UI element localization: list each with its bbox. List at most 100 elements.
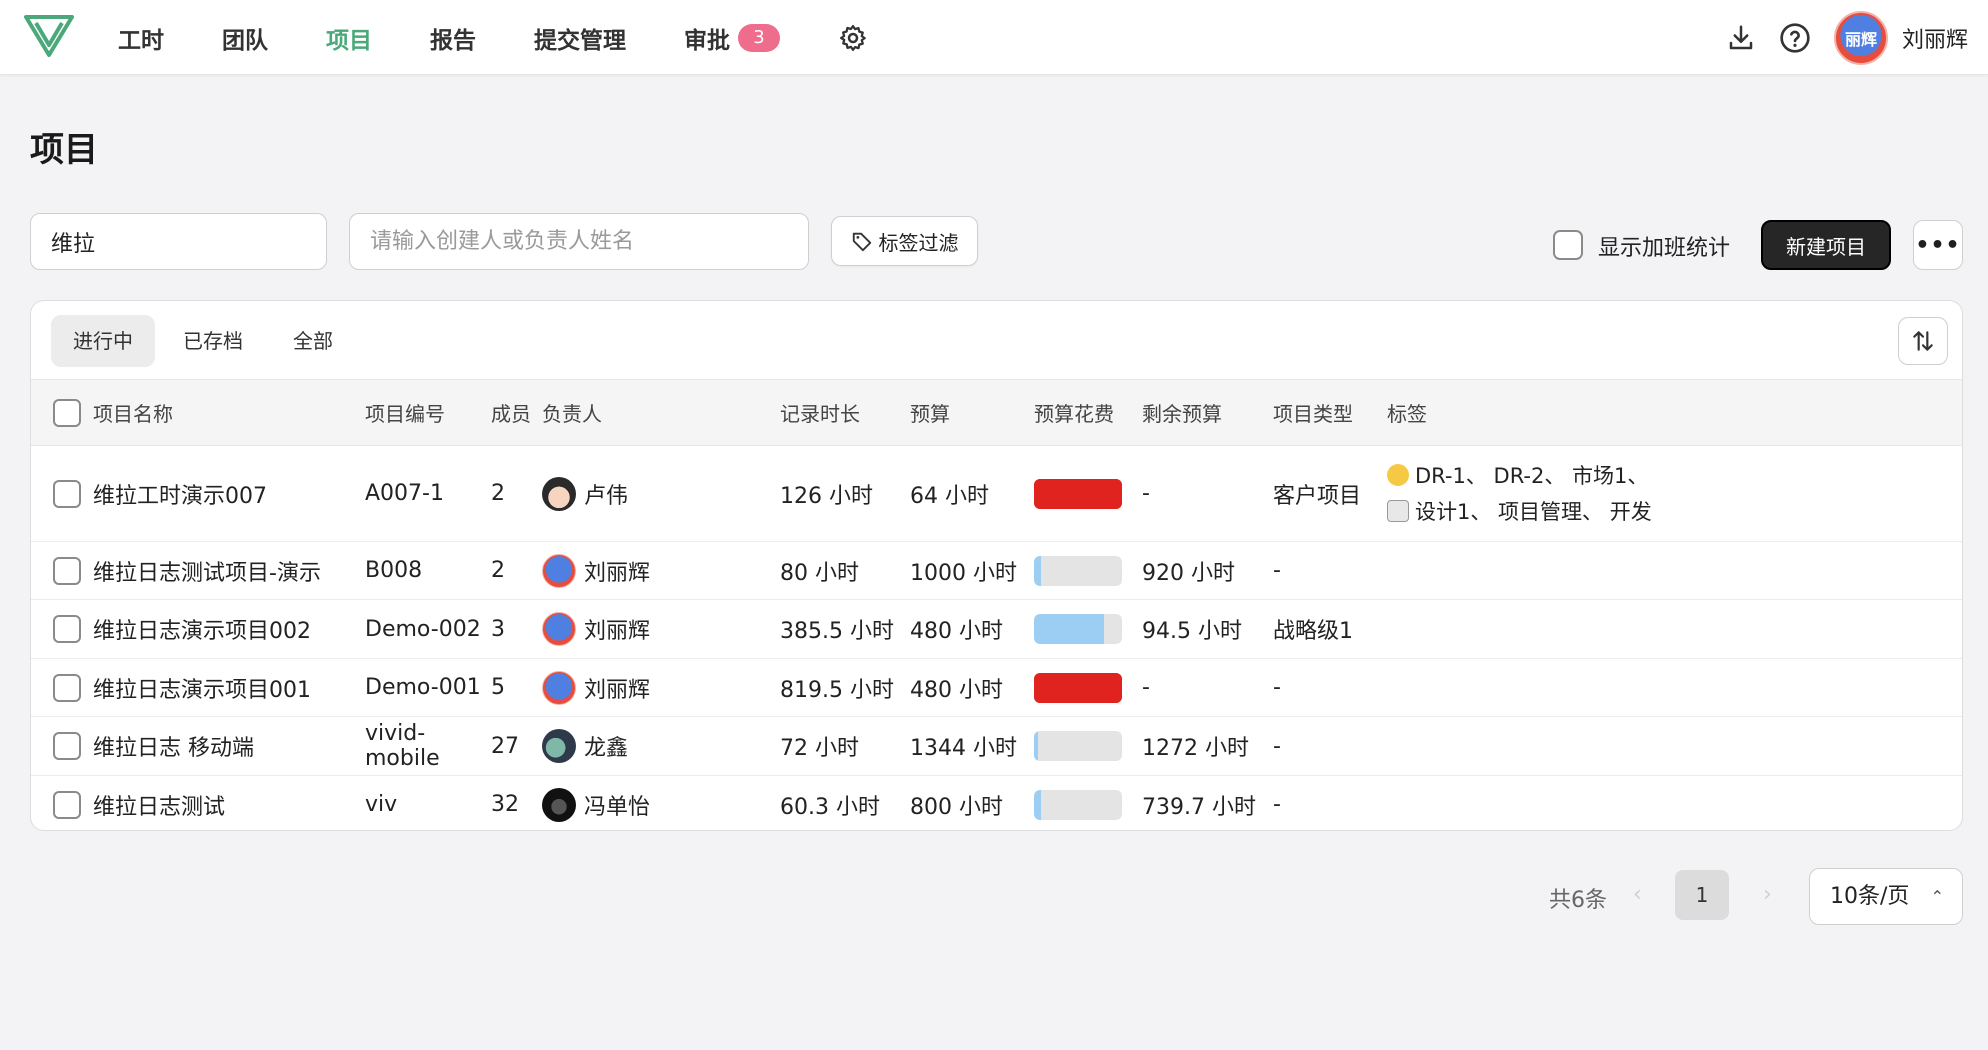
project-name[interactable]: 维拉日志演示项目001: [93, 658, 365, 717]
project-name[interactable]: 维拉日志演示项目002: [93, 599, 365, 659]
budget-spent-fill: [1034, 555, 1042, 586]
more-options-button[interactable]: •••: [1913, 220, 1963, 270]
table-row[interactable]: 维拉日志测试 viv 32 冯单怡 60.3 小时 800 小时 739.7 小…: [31, 776, 1962, 831]
row-checkbox[interactable]: [53, 615, 81, 643]
remaining-budget: -: [1142, 658, 1273, 717]
logged-hours: 80 小时: [780, 541, 910, 600]
project-name[interactable]: 维拉日志 移动端: [93, 716, 365, 776]
logged-hours: 60.3 小时: [780, 794, 880, 820]
row-checkbox[interactable]: [53, 790, 81, 819]
help-icon[interactable]: [1778, 21, 1812, 55]
status-tabs: 进行中 已存档 全部: [51, 315, 361, 367]
nav-item-reports[interactable]: 报告: [430, 21, 476, 55]
tab-all[interactable]: 全部: [271, 315, 355, 367]
logged-hours: 126 小时: [780, 445, 910, 542]
user-avatar[interactable]: 丽辉: [1833, 10, 1888, 65]
avatar: [542, 670, 576, 705]
table-row[interactable]: 维拉日志演示项目001 Demo-001 5 刘丽辉 819.5 小时 480 …: [31, 658, 1962, 717]
prev-page-icon[interactable]: ‹: [1633, 882, 1642, 907]
col-header-tags[interactable]: 标签: [1387, 379, 1962, 446]
nav-item-projects[interactable]: 项目: [326, 21, 372, 55]
table-row[interactable]: 维拉日志测试项目-演示 B008 2 刘丽辉 80 小时 1000 小时 920…: [31, 541, 1962, 600]
row-checkbox[interactable]: [53, 556, 81, 585]
member-count: 3: [491, 599, 542, 659]
avatar: [542, 476, 576, 511]
col-header-code[interactable]: 项目编号: [365, 379, 491, 446]
col-header-logged[interactable]: 记录时长: [780, 379, 910, 446]
col-header-owner[interactable]: 负责人: [542, 379, 780, 446]
smile-emoji-icon: [1387, 463, 1409, 486]
top-right-actions: 丽辉 刘丽辉: [1704, 0, 1968, 75]
project-search-input[interactable]: [30, 213, 327, 270]
tab-archived[interactable]: 已存档: [161, 315, 265, 367]
new-project-button[interactable]: 新建项目: [1761, 220, 1891, 270]
budget-spent-fill: [1034, 672, 1122, 703]
tags-cell: [1387, 776, 1962, 831]
avatar: [542, 612, 576, 646]
tab-in-progress[interactable]: 进行中: [51, 315, 155, 367]
col-header-members[interactable]: 成员: [491, 379, 542, 446]
col-header-remaining[interactable]: 剩余预算: [1142, 379, 1273, 446]
gear-icon[interactable]: [838, 23, 868, 53]
remaining-budget: 1272 小时: [1142, 716, 1273, 776]
total-count: 共6条: [1549, 888, 1607, 913]
col-header-budget[interactable]: 预算: [910, 379, 1034, 446]
budget-spent-bar: [1034, 789, 1122, 820]
tags-line-2: 设计1、 项目管理、 开发: [1415, 499, 1652, 524]
table-row[interactable]: 维拉工时演示007 A007-1 2 卢伟 126 小时 64 小时 - 客户项…: [31, 445, 1962, 542]
col-header-name[interactable]: 项目名称: [93, 379, 365, 446]
person-search-input[interactable]: [349, 213, 809, 270]
approval-count-badge: 3: [738, 23, 780, 52]
sort-button[interactable]: [1898, 317, 1948, 365]
next-page-icon[interactable]: ›: [1763, 882, 1772, 907]
avatar: [542, 729, 576, 763]
tags-line: DR-1、 DR-2、 市场1、: [1387, 458, 1962, 494]
page-size-select[interactable]: 10条/页 ⌃: [1809, 868, 1963, 925]
top-nav-bar: 工时 团队 项目 报告 提交管理 审批 3 丽辉 刘丽辉: [0, 0, 1988, 75]
nav-item-approvals[interactable]: 审批 3: [684, 21, 780, 55]
project-code: viv: [365, 792, 398, 818]
budget-hours: 64 小时: [910, 445, 1034, 542]
budget-spent-bar: [1034, 478, 1122, 509]
tags-cell: DR-1、 DR-2、 市场1、 设计1、 项目管理、 开发: [1387, 445, 1962, 542]
budget-spent-fill: [1034, 789, 1042, 820]
avatar: [542, 787, 576, 822]
app-logo-icon[interactable]: [24, 13, 74, 59]
member-count: 2: [491, 541, 542, 600]
tags-cell: [1387, 658, 1962, 717]
project-name[interactable]: 维拉日志测试: [93, 776, 365, 831]
project-code: A007-1: [365, 445, 491, 542]
project-type: 战略级1: [1273, 599, 1387, 659]
budget-spent-bar: [1034, 731, 1122, 761]
nav-item-team[interactable]: 团队: [222, 21, 268, 55]
nav-item-timesheet[interactable]: 工时: [118, 21, 164, 55]
tag-filter-button[interactable]: 标签过滤: [831, 216, 978, 266]
col-header-spent[interactable]: 预算花费: [1034, 379, 1142, 446]
user-name[interactable]: 刘丽辉: [1902, 22, 1968, 54]
tags-cell: [1387, 541, 1962, 600]
budget-spent-fill: [1034, 731, 1039, 761]
budget-spent-fill: [1034, 614, 1105, 644]
row-checkbox[interactable]: [53, 479, 81, 508]
project-name[interactable]: 维拉日志测试项目-演示: [93, 541, 365, 600]
notepad-emoji-icon: [1387, 499, 1409, 522]
owner-name: 刘丽辉: [584, 677, 651, 703]
overtime-stats-checkbox[interactable]: [1553, 230, 1583, 260]
project-name[interactable]: 维拉工时演示007: [93, 445, 365, 542]
col-header-type[interactable]: 项目类型: [1273, 379, 1387, 446]
nav-item-submissions[interactable]: 提交管理: [534, 21, 626, 55]
select-all-checkbox[interactable]: [53, 398, 81, 427]
project-code: Demo-001: [365, 658, 491, 717]
table-row[interactable]: 维拉日志 移动端 vivid-mobile 27 龙鑫 72 小时 1344 小…: [31, 716, 1962, 776]
row-checkbox[interactable]: [53, 673, 81, 702]
row-checkbox[interactable]: [53, 732, 81, 760]
page-number-button[interactable]: 1: [1675, 870, 1729, 920]
tags-cell: [1387, 716, 1962, 776]
table-row[interactable]: 维拉日志演示项目002 Demo-002 3 刘丽辉 385.5 小时 480 …: [31, 599, 1962, 659]
project-type: -: [1273, 716, 1387, 776]
chevron-updown-icon: ⌃: [1930, 887, 1944, 906]
download-icon[interactable]: [1724, 21, 1758, 55]
budget-spent-fill: [1034, 478, 1122, 509]
main-nav: 工时 团队 项目 报告 提交管理 审批 3: [118, 0, 868, 75]
owner-cell: 刘丽辉: [542, 612, 780, 646]
